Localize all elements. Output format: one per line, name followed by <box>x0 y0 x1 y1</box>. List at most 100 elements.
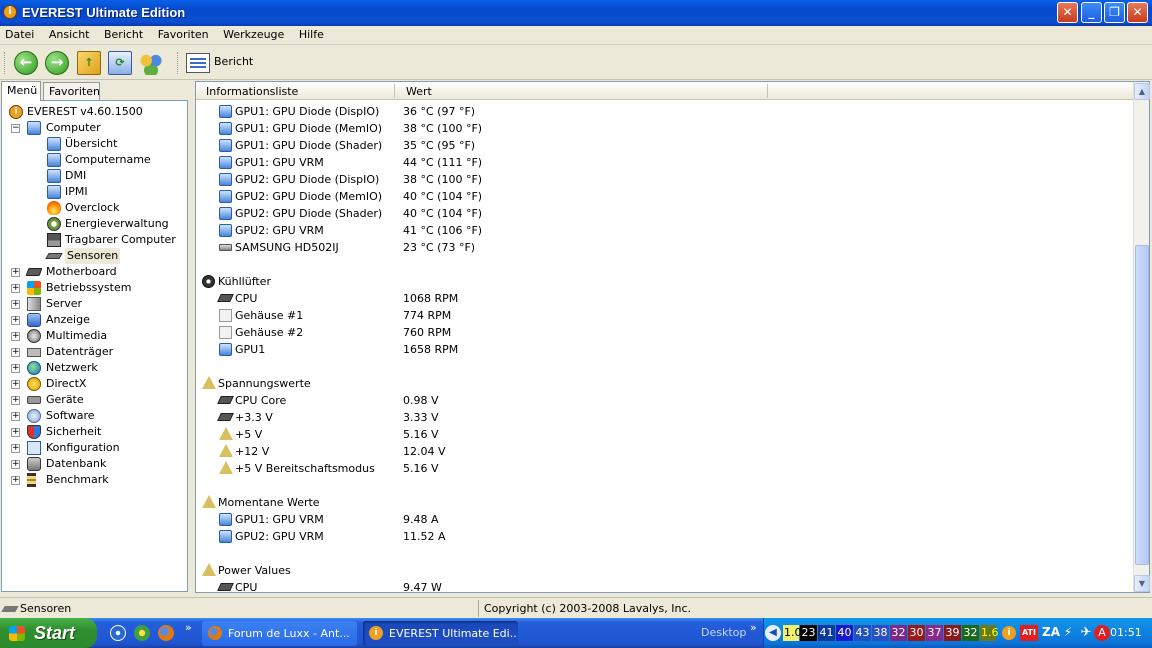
tree-item[interactable]: + Konfiguration <box>2 440 187 456</box>
column-wert[interactable]: Wert <box>406 85 432 98</box>
sensor-row[interactable]: GPU1: GPU Diode (DispIO) 36 °C (97 °F) <box>196 103 1126 120</box>
antivirus-icon[interactable]: A <box>1094 625 1110 641</box>
scroll-down-button[interactable]: ▼ <box>1134 575 1150 592</box>
report-icon[interactable] <box>186 53 210 73</box>
menu-hilfe[interactable]: Hilfe <box>294 26 330 41</box>
sensor-row[interactable]: GPU1: GPU VRM 9.48 A <box>196 511 1126 528</box>
close-icon-extra[interactable]: ✕ <box>1057 2 1078 23</box>
sensor-row[interactable]: GPU2: GPU Diode (DispIO) 38 °C (100 °F) <box>196 171 1126 188</box>
tree-item[interactable]: + Netzwerk <box>2 360 187 376</box>
tree-item[interactable]: Computername <box>2 152 187 168</box>
tree-item[interactable]: + Geräte <box>2 392 187 408</box>
clock[interactable]: 01:51 <box>1110 626 1142 639</box>
tree-item[interactable]: IPMI <box>2 184 187 200</box>
tray-sensor-indicator[interactable]: 38 <box>872 625 889 641</box>
tree-item[interactable]: + Datenbank <box>2 456 187 472</box>
expander-icon[interactable]: + <box>11 428 20 437</box>
quicklaunch-chevron-icon[interactable]: » <box>185 621 192 634</box>
tray-sensor-indicator[interactable]: 37 <box>926 625 943 641</box>
sensor-row[interactable]: GPU1: GPU Diode (Shader) 35 °C (95 °F) <box>196 137 1126 154</box>
expander-icon[interactable]: + <box>11 396 20 405</box>
tab-favoriten[interactable]: Favoriten <box>43 82 100 101</box>
expander-icon[interactable]: + <box>11 300 20 309</box>
desktop-toolbar-label[interactable]: Desktop <box>701 626 746 639</box>
sensor-row[interactable]: Gehäuse #1 774 RPM <box>196 307 1126 324</box>
expander-icon[interactable]: + <box>11 460 20 469</box>
tray-sensor-indicator[interactable]: 41 <box>818 625 835 641</box>
firefox-icon[interactable] <box>158 625 174 641</box>
expander-icon[interactable]: + <box>11 268 20 277</box>
tree-item[interactable]: Overclock <box>2 200 187 216</box>
sensor-row[interactable]: GPU2: GPU VRM 41 °C (106 °F) <box>196 222 1126 239</box>
tab-menu[interactable]: Menü <box>1 81 41 101</box>
menu-bericht[interactable]: Bericht <box>99 26 149 41</box>
safely-remove-icon[interactable]: ✈ <box>1078 625 1094 641</box>
tray-sensor-indicator[interactable]: 30 <box>908 625 925 641</box>
tray-expand-icon[interactable]: ◀ <box>765 625 781 641</box>
section-header[interactable]: Momentane Werte <box>196 494 1126 511</box>
expander-icon[interactable]: + <box>11 348 20 357</box>
expander-icon[interactable]: + <box>11 316 20 325</box>
tree-item[interactable]: + Software <box>2 408 187 424</box>
sensor-row[interactable]: GPU2: GPU Diode (Shader) 40 °C (104 °F) <box>196 205 1126 222</box>
column-divider[interactable] <box>767 84 768 98</box>
refresh-button[interactable]: ⟳ <box>108 51 132 75</box>
up-folder-button[interactable]: ↑ <box>77 51 101 75</box>
scroll-up-button[interactable]: ▲ <box>1134 83 1150 100</box>
expander-icon[interactable]: − <box>11 124 20 133</box>
sensor-row[interactable]: +5 V 5.16 V <box>196 426 1126 443</box>
forward-button[interactable]: → <box>45 51 69 75</box>
tray-sensor-indicator[interactable]: 32 <box>962 625 979 641</box>
maximize-button[interactable]: ❐ <box>1104 2 1125 23</box>
tree-item[interactable]: + Server <box>2 296 187 312</box>
tray-sensor-indicator[interactable]: 1.0 <box>783 625 802 641</box>
sensor-row[interactable]: +12 V 12.04 V <box>196 443 1126 460</box>
tree-item[interactable]: DMI <box>2 168 187 184</box>
vertical-scrollbar[interactable]: ▲ ▼ <box>1133 82 1150 592</box>
tree-item[interactable]: + Datenträger <box>2 344 187 360</box>
tree-item[interactable]: + Benchmark <box>2 472 187 488</box>
tree-item[interactable]: i EVEREST v4.60.1500 <box>2 104 187 120</box>
column-informationsliste[interactable]: Informationsliste <box>206 85 298 98</box>
tree-item[interactable]: + Motherboard <box>2 264 187 280</box>
users-icon[interactable] <box>139 51 163 75</box>
tree-item[interactable]: Sensoren <box>2 248 187 264</box>
sensor-row[interactable]: GPU2: GPU Diode (MemIO) 40 °C (104 °F) <box>196 188 1126 205</box>
taskbar-button-forum[interactable]: Forum de Luxx - Ant... <box>202 621 357 646</box>
tray-sensor-indicator[interactable]: 40 <box>836 625 853 641</box>
tray-sensor-indicator[interactable]: 43 <box>854 625 871 641</box>
network-activity-icon[interactable]: ⚡ <box>1060 625 1076 641</box>
menu-ansicht[interactable]: Ansicht <box>44 26 96 41</box>
close-button[interactable]: ✕ <box>1127 2 1148 23</box>
ati-icon[interactable]: ATI <box>1020 625 1038 641</box>
sensor-row[interactable]: GPU2: GPU VRM 11.52 A <box>196 528 1126 545</box>
back-button[interactable]: ← <box>14 51 38 75</box>
ie-icon[interactable] <box>110 625 126 641</box>
sensor-row[interactable]: CPU 1068 RPM <box>196 290 1126 307</box>
menu-werkzeuge[interactable]: Werkzeuge <box>218 26 290 41</box>
sensor-row[interactable]: GPU1: GPU Diode (MemIO) 38 °C (100 °F) <box>196 120 1126 137</box>
section-header[interactable]: Power Values <box>196 562 1126 579</box>
section-header[interactable]: Spannungswerte <box>196 375 1126 392</box>
quicklaunch-green-icon[interactable] <box>134 625 150 641</box>
tree-item[interactable]: + Multimedia <box>2 328 187 344</box>
expander-icon[interactable]: + <box>11 380 20 389</box>
section-header[interactable]: Kühllüfter <box>196 273 1126 290</box>
sensor-row[interactable]: GPU1: GPU VRM 44 °C (111 °F) <box>196 154 1126 171</box>
column-divider[interactable] <box>394 84 395 98</box>
tree-item[interactable]: + DirectX <box>2 376 187 392</box>
everest-tray-icon[interactable]: i <box>1002 626 1016 640</box>
sensor-row[interactable]: GPU1 1658 RPM <box>196 341 1126 358</box>
tree-item[interactable]: + Betriebssystem <box>2 280 187 296</box>
tree-item[interactable]: + Sicherheit <box>2 424 187 440</box>
expander-icon[interactable]: + <box>11 444 20 453</box>
sensor-row[interactable]: Gehäuse #2 760 RPM <box>196 324 1126 341</box>
report-button-label[interactable]: Bericht <box>214 55 253 68</box>
sensor-row[interactable]: SAMSUNG HD502IJ 23 °C (73 °F) <box>196 239 1126 256</box>
expander-icon[interactable]: + <box>11 364 20 373</box>
menu-favoriten[interactable]: Favoriten <box>153 26 215 41</box>
sensor-row[interactable]: CPU Core 0.98 V <box>196 392 1126 409</box>
expander-icon[interactable]: + <box>11 476 20 485</box>
tree-item[interactable]: + Anzeige <box>2 312 187 328</box>
sensor-row[interactable]: +5 V Bereitschaftsmodus 5.16 V <box>196 460 1126 477</box>
